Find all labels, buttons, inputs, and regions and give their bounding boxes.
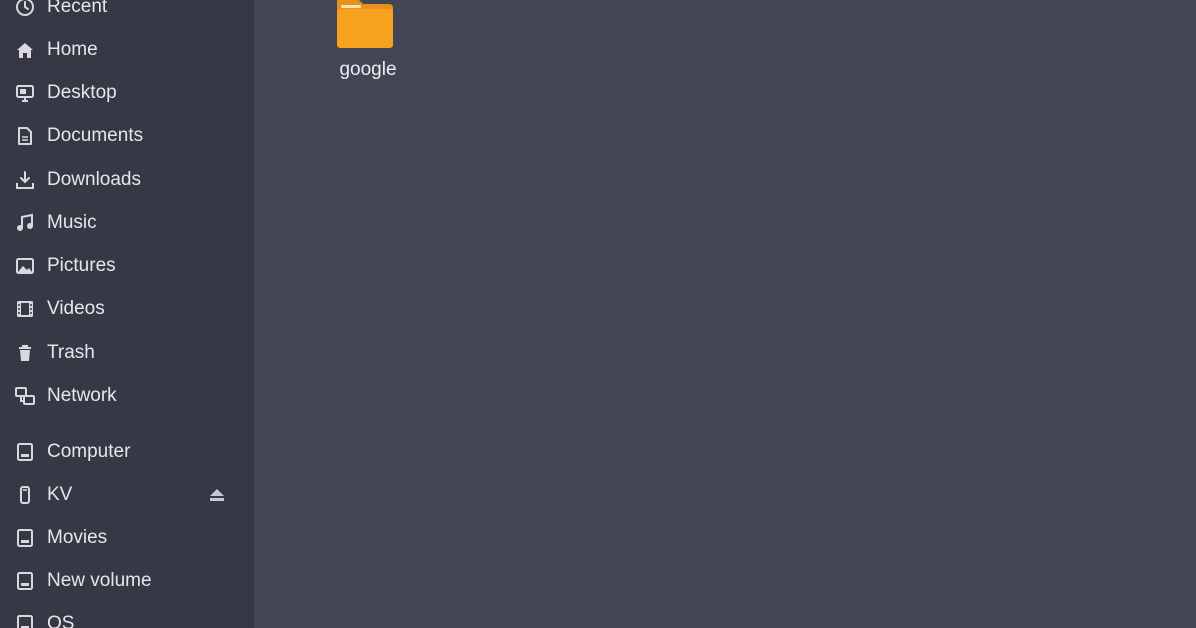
network-icon [14,385,36,407]
sidebar-item-label: KV [47,484,73,505]
sidebar-item-home[interactable]: Home [0,32,254,68]
music-icon [14,212,36,234]
usb-drive-icon [14,484,36,506]
sidebar-item-music[interactable]: Music [0,205,254,241]
sidebar-item-pictures[interactable]: Pictures [0,248,254,284]
sidebar-item-label: Videos [47,298,105,319]
folder-item-google[interactable]: google [332,0,404,92]
sidebar-item-os[interactable]: OS [0,606,254,628]
drive-icon [14,613,36,628]
folder-icon [335,0,395,50]
sidebar-item-computer[interactable]: Computer [0,434,254,470]
sidebar-item-label: Desktop [47,82,117,103]
drive-icon [14,570,36,592]
sidebar-item-label: Computer [47,441,131,462]
desktop-icon [14,82,36,104]
sidebar-item-videos[interactable]: Videos [0,291,254,327]
sidebar-item-label: Network [47,385,117,406]
sidebar-item-trash[interactable]: Trash [0,335,254,371]
sidebar-item-label: Pictures [47,255,116,276]
video-icon [14,298,36,320]
drive-icon [14,527,36,549]
drive-icon [14,441,36,463]
sidebar-item-recent[interactable]: Recent [0,0,254,25]
download-icon [14,169,36,191]
sidebar-item-desktop[interactable]: Desktop [0,75,254,111]
sidebar: Recent Home Desktop Documents Downloads [0,0,254,628]
sidebar-item-label: OS [47,613,75,628]
sidebar-item-movies[interactable]: Movies [0,520,254,556]
sidebar-item-label: Downloads [47,169,141,190]
picture-icon [14,255,36,277]
document-icon [14,125,36,147]
file-view[interactable]: google [254,0,1196,628]
eject-icon[interactable] [206,484,228,506]
sidebar-item-kv[interactable]: KV [0,477,254,513]
sidebar-item-label: Recent [47,0,108,17]
sidebar-item-label: Music [47,212,97,233]
home-icon [14,39,36,61]
trash-icon [14,342,36,364]
sidebar-item-label: Home [47,39,98,60]
sidebar-item-label: New volume [47,570,152,591]
sidebar-item-network[interactable]: Network [0,378,254,414]
sidebar-item-downloads[interactable]: Downloads [0,162,254,198]
sidebar-item-label: Movies [47,527,108,548]
sidebar-item-label: Trash [47,342,95,363]
sidebar-item-label: Documents [47,125,144,146]
clock-icon [14,0,36,18]
sidebar-item-new-volume[interactable]: New volume [0,563,254,599]
file-name: google [339,59,397,80]
file-manager-window: Recent Home Desktop Documents Downloads [0,0,1196,628]
sidebar-item-documents[interactable]: Documents [0,118,254,154]
